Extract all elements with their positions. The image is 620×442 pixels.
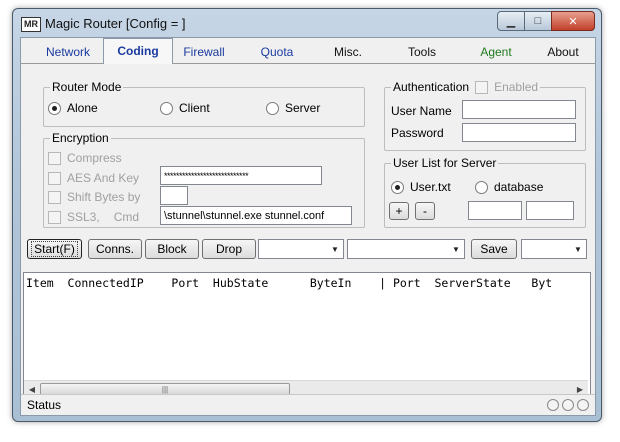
tab-network[interactable]: Network bbox=[35, 42, 101, 62]
status-led-icon bbox=[562, 399, 574, 411]
chevron-down-icon: ▼ bbox=[331, 244, 339, 254]
minimize-button[interactable]: ▁ bbox=[497, 11, 525, 31]
authentication-legend: Authentication Enabled bbox=[391, 80, 541, 94]
filter-combo-2[interactable]: ▼ bbox=[347, 239, 465, 259]
drop-button[interactable]: Drop bbox=[202, 239, 256, 259]
add-user-button[interactable]: + bbox=[389, 202, 409, 220]
maximize-button[interactable]: □ bbox=[524, 11, 552, 31]
aes-label: AES And Key bbox=[67, 171, 140, 185]
radio-server[interactable]: Server bbox=[266, 101, 320, 115]
start-button[interactable]: Start(F) bbox=[27, 239, 82, 259]
tab-firewall[interactable]: Firewall bbox=[173, 42, 235, 62]
chevron-down-icon: ▼ bbox=[574, 244, 582, 254]
status-led-icon bbox=[547, 399, 559, 411]
user-list-field-2[interactable] bbox=[526, 201, 574, 220]
checkbox-box bbox=[48, 151, 61, 165]
block-button[interactable]: Block bbox=[145, 239, 199, 259]
radio-dot bbox=[391, 180, 404, 194]
radio-dot bbox=[48, 101, 61, 115]
tab-coding[interactable]: Coding bbox=[103, 38, 173, 64]
client-area: Network Coding Firewall Quota Misc. Tool… bbox=[20, 37, 596, 416]
radio-dot bbox=[266, 101, 279, 115]
checkbox-box bbox=[475, 80, 489, 94]
conns-button[interactable]: Conns. bbox=[88, 239, 142, 259]
checkbox-box bbox=[48, 190, 61, 204]
close-button[interactable]: ✕ bbox=[551, 11, 595, 31]
status-bar: Status bbox=[21, 394, 595, 415]
router-mode-group: Router Mode Alone Client Server bbox=[43, 80, 365, 127]
radio-user-txt-label: User.txt bbox=[410, 180, 451, 194]
authentication-legend-text: Authentication bbox=[393, 80, 470, 94]
tab-bar: Network Coding Firewall Quota Misc. Tool… bbox=[21, 38, 595, 64]
aes-checkbox[interactable]: AES And Key bbox=[48, 171, 139, 185]
router-mode-legend: Router Mode bbox=[50, 80, 124, 94]
connections-list[interactable]: Item ConnectedIP Port HubState ByteIn | … bbox=[23, 272, 591, 398]
filter-combo-3[interactable]: ▼ bbox=[521, 239, 587, 259]
list-header: Item ConnectedIP Port HubState ByteIn | … bbox=[26, 276, 553, 290]
user-list-group: User List for Server User.txt database +… bbox=[384, 156, 586, 228]
radio-server-label: Server bbox=[285, 101, 321, 115]
status-text: Status bbox=[27, 398, 62, 412]
ssl-cmd-input[interactable]: \stunnel\stunnel.exe stunnel.conf bbox=[160, 206, 352, 225]
ssl3-label: SSL3, bbox=[67, 210, 100, 224]
ssl3-checkbox[interactable]: SSL3, Cmd bbox=[48, 210, 139, 224]
start-button-label: Start(F) bbox=[31, 241, 78, 257]
checkbox-box bbox=[48, 171, 61, 185]
encryption-group: Encryption Compress AES And Key ********… bbox=[43, 131, 365, 228]
cmd-label: Cmd bbox=[113, 210, 140, 224]
radio-client[interactable]: Client bbox=[160, 101, 210, 115]
app-window: MR Magic Router [Config = ] ▁ □ ✕ Networ… bbox=[12, 8, 602, 422]
auth-enabled-checkbox[interactable]: Enabled bbox=[475, 80, 538, 94]
radio-dot bbox=[160, 101, 173, 115]
window-title: Magic Router [Config = ] bbox=[45, 16, 186, 31]
user-name-input[interactable] bbox=[462, 100, 576, 119]
authentication-group: Authentication Enabled User Name Passwor… bbox=[384, 80, 586, 151]
radio-dot bbox=[475, 180, 488, 194]
password-label: Password bbox=[391, 126, 444, 140]
encryption-legend: Encryption bbox=[50, 131, 111, 145]
shift-bytes-input[interactable] bbox=[160, 186, 188, 205]
radio-alone[interactable]: Alone bbox=[48, 101, 98, 115]
title-bar[interactable]: MR Magic Router [Config = ] ▁ □ ✕ bbox=[13, 9, 601, 37]
password-input[interactable] bbox=[462, 123, 576, 142]
radio-client-label: Client bbox=[179, 101, 210, 115]
tab-agent[interactable]: Agent bbox=[467, 42, 525, 62]
checkbox-box bbox=[48, 210, 61, 224]
tab-quota[interactable]: Quota bbox=[247, 42, 307, 62]
status-indicators bbox=[544, 399, 589, 411]
tab-tools[interactable]: Tools bbox=[393, 42, 451, 62]
window-controls: ▁ □ ✕ bbox=[497, 11, 595, 31]
auth-enabled-label: Enabled bbox=[494, 80, 539, 94]
compress-checkbox[interactable]: Compress bbox=[48, 151, 122, 165]
user-list-field-1[interactable] bbox=[468, 201, 522, 220]
radio-user-txt[interactable]: User.txt bbox=[391, 180, 451, 194]
minimize-icon: ▁ bbox=[506, 15, 516, 28]
save-button[interactable]: Save bbox=[471, 239, 517, 259]
aes-key-input[interactable]: **************************** bbox=[160, 166, 322, 185]
status-led-icon bbox=[577, 399, 589, 411]
user-name-label: User Name bbox=[391, 104, 452, 118]
filter-combo-1[interactable]: ▼ bbox=[258, 239, 344, 259]
shift-bytes-checkbox[interactable]: Shift Bytes by bbox=[48, 190, 140, 204]
chevron-down-icon: ▼ bbox=[452, 244, 460, 254]
compress-label: Compress bbox=[67, 151, 122, 165]
radio-database[interactable]: database bbox=[475, 180, 543, 194]
user-list-legend: User List for Server bbox=[391, 156, 499, 170]
tab-misc[interactable]: Misc. bbox=[317, 42, 379, 62]
maximize-icon: □ bbox=[534, 15, 542, 27]
close-icon: ✕ bbox=[568, 15, 578, 28]
remove-user-button[interactable]: - bbox=[415, 202, 435, 220]
radio-database-label: database bbox=[494, 180, 544, 194]
shift-bytes-label: Shift Bytes by bbox=[67, 190, 141, 204]
radio-alone-label: Alone bbox=[67, 101, 98, 115]
tab-about[interactable]: About bbox=[537, 42, 589, 62]
app-icon: MR bbox=[21, 17, 41, 32]
